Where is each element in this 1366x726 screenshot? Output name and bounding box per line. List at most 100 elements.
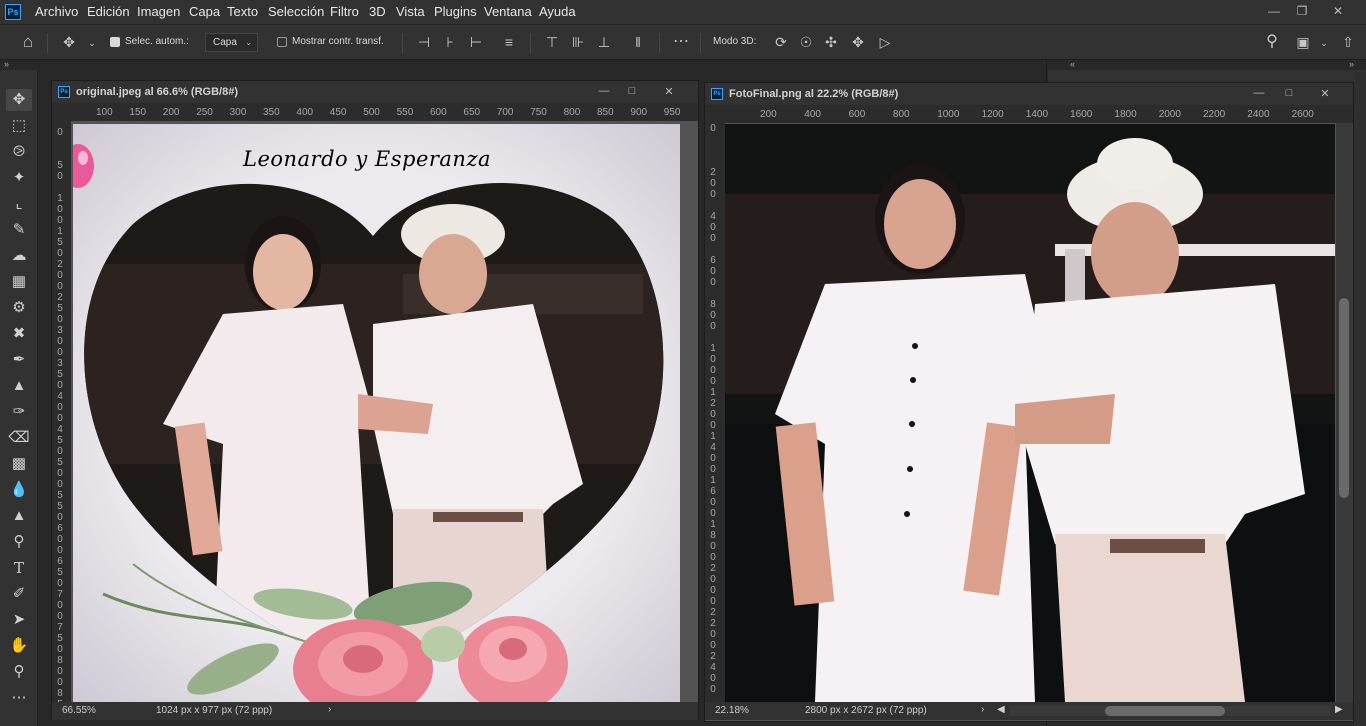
- align-center-icon[interactable]: ⊦: [441, 33, 459, 51]
- menu-3d[interactable]: 3D: [369, 4, 386, 19]
- right-panel-tabs: [1048, 70, 1366, 82]
- minimize-icon[interactable]: —: [594, 85, 614, 97]
- align-right-icon[interactable]: ⊢: [467, 33, 485, 51]
- dodge-icon[interactable]: ⚲: [6, 531, 32, 553]
- align-left-icon[interactable]: ⊣: [415, 33, 433, 51]
- chevron-right-icon[interactable]: ›: [981, 704, 984, 715]
- move-tool-icon[interactable]: ✥: [6, 89, 32, 111]
- show-transform-checkbox[interactable]: [277, 37, 287, 47]
- ruler-label: 500: [57, 457, 63, 490]
- chevron-down-icon[interactable]: ⌄: [83, 34, 101, 52]
- distribute-vertical-icon[interactable]: ‖: [629, 33, 647, 51]
- auto-select-checkbox[interactable]: [110, 37, 120, 47]
- move-tool-icon[interactable]: ✥: [60, 33, 78, 51]
- pan-3d-icon[interactable]: ✣: [822, 33, 840, 51]
- final-photo-canvas[interactable]: [725, 124, 1335, 702]
- distribute-icon[interactable]: ≡: [500, 33, 518, 51]
- horizontal-scrollbar[interactable]: [1010, 706, 1330, 716]
- gradient-icon[interactable]: ▩: [6, 453, 32, 475]
- tools-panel: ✥ ⬚ ⧁ ✦ ⌞ ✎ ☁ ▦ ⚙ ✖ ✒ ▲ ✑ ⌫ ▩ 💧 ▲ ⚲ T ✐ …: [0, 70, 38, 726]
- slide-3d-icon[interactable]: ✥: [849, 33, 867, 51]
- patch-icon[interactable]: ▦: [6, 271, 32, 293]
- pen-tool-icon[interactable]: ✐: [6, 583, 32, 605]
- collapse-panels-icon[interactable]: «: [1070, 59, 1075, 69]
- vertical-scrollbar[interactable]: [1336, 123, 1353, 702]
- hand-tool-icon[interactable]: ✋: [6, 635, 32, 657]
- align-middle-icon[interactable]: ⊪: [569, 33, 587, 51]
- workspace-icon[interactable]: ▣: [1294, 33, 1312, 51]
- menu-edicion[interactable]: Edición: [87, 4, 130, 19]
- home-icon[interactable]: ⌂: [19, 33, 37, 51]
- restore-icon[interactable]: □: [1279, 87, 1299, 99]
- marquee-tool-icon[interactable]: ⬚: [6, 115, 32, 137]
- more-tools-icon[interactable]: ⋯: [6, 687, 32, 709]
- type-tool-icon[interactable]: T: [6, 557, 32, 579]
- close-icon[interactable]: ✕: [1326, 2, 1350, 20]
- restore-icon[interactable]: ❐: [1290, 2, 1314, 20]
- zoom-level[interactable]: 66.55%: [62, 705, 96, 716]
- roll-3d-icon[interactable]: ☉: [797, 33, 815, 51]
- scrollbar-thumb[interactable]: [1105, 706, 1225, 716]
- chevron-down-icon[interactable]: ⌄: [1315, 34, 1333, 52]
- magic-wand-icon[interactable]: ✦: [6, 167, 32, 189]
- scroll-left-icon[interactable]: ◀: [997, 704, 1005, 715]
- minimize-icon[interactable]: —: [1262, 2, 1286, 20]
- orbit-3d-icon[interactable]: ⟳: [772, 33, 790, 51]
- eyedropper-icon[interactable]: ✎: [6, 219, 32, 241]
- menu-filtro[interactable]: Filtro: [330, 4, 359, 19]
- restore-icon[interactable]: □: [622, 85, 642, 97]
- minimize-icon[interactable]: —: [1249, 87, 1269, 99]
- healing-brush-icon[interactable]: ☁: [6, 245, 32, 267]
- puppet-icon[interactable]: ✖: [6, 323, 32, 345]
- menu-texto[interactable]: Texto: [227, 4, 258, 19]
- divider: [402, 33, 403, 53]
- menu-imagen[interactable]: Imagen: [137, 4, 180, 19]
- document-titlebar[interactable]: Ps FotoFinal.png al 22.2% (RGB/8#) — □ ✕: [705, 83, 1353, 105]
- path-select-icon[interactable]: ➤: [6, 609, 32, 631]
- scrollbar-thumb[interactable]: [1339, 298, 1349, 498]
- auto-select-dropdown[interactable]: Capa ⌄: [205, 33, 258, 52]
- menu-plugins[interactable]: Plugins: [434, 4, 477, 19]
- search-icon[interactable]: ⚲: [1263, 33, 1281, 51]
- horizontal-ruler: 200 400 600 800 1000 1200 1400 1600 1800 2000 2200…: [705, 105, 1353, 123]
- original-photo-canvas[interactable]: Leonardo y Esperanza: [73, 124, 680, 702]
- video-camera-icon[interactable]: ▷: [876, 33, 894, 51]
- menu-ayuda[interactable]: Ayuda: [539, 4, 576, 19]
- menu-ventana[interactable]: Ventana: [484, 4, 532, 19]
- ruler-label: 400: [296, 107, 314, 118]
- zoom-level[interactable]: 22.18%: [715, 705, 749, 716]
- ps-document-icon: Ps: [58, 86, 70, 98]
- crop-tool-icon[interactable]: ⌞: [6, 193, 32, 215]
- ruler-label: 1000: [710, 343, 716, 387]
- clone-stamp-icon[interactable]: ▲: [6, 375, 32, 397]
- ruler-label: 800: [563, 107, 581, 118]
- brush-tool-icon[interactable]: ✒: [6, 349, 32, 371]
- expand-panels-icon[interactable]: »: [1349, 59, 1354, 69]
- align-bottom-icon[interactable]: ⊥: [595, 33, 613, 51]
- lasso-tool-icon[interactable]: ⧁: [6, 141, 32, 163]
- menu-seleccion[interactable]: Selección: [268, 4, 324, 19]
- zoom-tool-icon[interactable]: ⚲: [6, 661, 32, 683]
- eraser-icon[interactable]: ⌫: [6, 427, 32, 449]
- menu-capa[interactable]: Capa: [189, 4, 220, 19]
- ps-document-icon: Ps: [711, 88, 723, 100]
- chevron-right-icon[interactable]: ›: [328, 704, 331, 715]
- share-icon[interactable]: ⇧: [1339, 33, 1357, 51]
- vertical-ruler: 0501001502002503003504004505005506006507…: [52, 121, 71, 721]
- content-aware-icon[interactable]: ⚙: [6, 297, 32, 319]
- sharpen-icon[interactable]: ▲: [6, 505, 32, 527]
- scroll-right-icon[interactable]: ▶: [1335, 704, 1343, 715]
- auto-select-label: Selec. autom.:: [125, 36, 189, 47]
- document-titlebar[interactable]: Ps original.jpeg al 66.6% (RGB/8#) — □ ✕: [52, 81, 698, 103]
- close-icon[interactable]: ✕: [1315, 87, 1335, 100]
- divider: [659, 33, 660, 53]
- close-icon[interactable]: ✕: [659, 85, 679, 98]
- menu-archivo[interactable]: Archivo: [35, 4, 78, 19]
- more-options-icon[interactable]: ⋯: [672, 33, 690, 51]
- menu-vista[interactable]: Vista: [396, 4, 425, 19]
- expand-toolbar-icon[interactable]: »: [4, 59, 9, 69]
- history-brush-icon[interactable]: ✑: [6, 401, 32, 423]
- align-top-icon[interactable]: ⊤: [543, 33, 561, 51]
- blur-icon[interactable]: 💧: [6, 479, 32, 501]
- photoshop-logo[interactable]: Ps: [5, 4, 21, 20]
